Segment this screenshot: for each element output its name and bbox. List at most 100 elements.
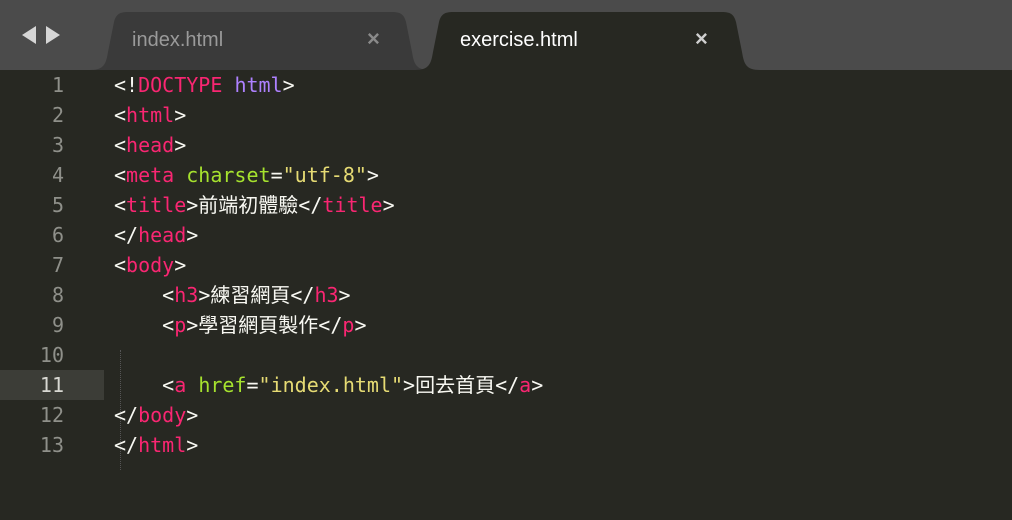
code-token: body: [138, 403, 187, 427]
line-number: 12: [39, 403, 64, 427]
code-token: meta: [126, 163, 175, 187]
code-token: >練習網頁</: [198, 283, 315, 307]
code-text: <html>: [114, 100, 186, 130]
code-token: >學習網頁製作</: [186, 313, 343, 337]
code-line[interactable]: 1 <!DOCTYPE html>: [0, 70, 1012, 100]
code-token: html: [138, 433, 187, 457]
tab-label: exercise.html: [460, 29, 578, 51]
code-token: <: [114, 283, 175, 307]
code-token: >: [186, 223, 199, 247]
code-token: =: [246, 373, 259, 397]
tab-navigation: [22, 26, 60, 44]
code-token: >: [186, 403, 199, 427]
code-text: <head>: [114, 130, 186, 160]
code-token: </: [114, 223, 139, 247]
code-token: >: [282, 73, 295, 97]
line-number: 3: [51, 133, 64, 157]
line-number: 4: [51, 163, 64, 187]
line-number: 9: [51, 313, 64, 337]
code-token: </: [114, 403, 139, 427]
code-line[interactable]: 13 </html>: [0, 430, 1012, 460]
code-token: a: [519, 373, 532, 397]
line-number: 6: [51, 223, 64, 247]
code-token: head: [138, 223, 187, 247]
code-token: a: [174, 373, 187, 397]
code-token: >: [174, 103, 187, 127]
code-text: </html>: [114, 430, 198, 460]
close-icon[interactable]: ×: [367, 26, 380, 52]
code-token: <: [114, 133, 127, 157]
code-text: <title>前端初體驗</title>: [114, 190, 395, 220]
code-token: "utf-8": [282, 163, 367, 187]
code-token: h3: [174, 283, 199, 307]
code-token: DOCTYPE: [138, 73, 223, 97]
code-token: <: [114, 163, 127, 187]
code-text: <!DOCTYPE html>: [114, 70, 295, 100]
tab-exercise-html[interactable]: exercise.html ×: [415, 12, 760, 70]
code-token: body: [126, 253, 175, 277]
code-line[interactable]: 5 <title>前端初體驗</title>: [0, 190, 1012, 220]
code-token: >: [366, 163, 379, 187]
code-token: h3: [314, 283, 339, 307]
line-number: 13: [39, 433, 64, 457]
code-token: >: [354, 313, 367, 337]
code-line[interactable]: 12 </body>: [0, 400, 1012, 430]
code-token: >回去首頁</: [403, 373, 520, 397]
code-token: "index.html": [258, 373, 404, 397]
code-token: html: [126, 103, 175, 127]
code-token: <: [114, 373, 175, 397]
code-text: <meta charset="utf-8">: [114, 160, 379, 190]
code-token: >前端初體驗</: [186, 193, 323, 217]
code-line[interactable]: 8 <h3>練習網頁</h3>: [0, 280, 1012, 310]
tab-index-html[interactable]: index.html ×: [90, 12, 430, 70]
code-line[interactable]: 2 <html>: [0, 100, 1012, 130]
code-token: <: [114, 103, 127, 127]
code-text: <p>學習網頁製作</p>: [114, 310, 366, 340]
code-line[interactable]: 9 <p>學習網頁製作</p>: [0, 310, 1012, 340]
code-line[interactable]: 11 <a href="index.html">回去首頁</a>: [0, 370, 1012, 400]
code-token: charset: [186, 163, 271, 187]
code-editor[interactable]: 1 <!DOCTYPE html> 2 <html> 3 <head> 4 <meta cha…: [0, 70, 1012, 520]
line-number: 5: [51, 193, 64, 217]
chevron-left-icon[interactable]: [22, 26, 36, 44]
code-token: =: [270, 163, 283, 187]
code-token: href: [198, 373, 247, 397]
code-text: </body>: [114, 400, 198, 430]
code-token: >: [338, 283, 351, 307]
code-text: <a href="index.html">回去首頁</a>: [114, 370, 543, 400]
code-token: <: [114, 313, 175, 337]
line-number: 11: [39, 373, 64, 397]
code-line[interactable]: 10: [0, 340, 1012, 370]
code-line[interactable]: 4 <meta charset="utf-8">: [0, 160, 1012, 190]
code-text: <body>: [114, 250, 186, 280]
code-token: p: [174, 313, 187, 337]
code-token: >: [174, 253, 187, 277]
line-number: 8: [51, 283, 64, 307]
chevron-right-icon[interactable]: [46, 26, 60, 44]
code-line[interactable]: 3 <head>: [0, 130, 1012, 160]
line-number: 10: [39, 343, 64, 367]
code-token: >: [174, 133, 187, 157]
code-text: </head>: [114, 220, 198, 250]
line-number: 2: [51, 103, 64, 127]
line-number: 1: [51, 73, 64, 97]
code-token: </: [114, 433, 139, 457]
code-token: >: [382, 193, 395, 217]
tab-bar: index.html × exercise.html ×: [0, 0, 1012, 70]
code-token: <: [114, 253, 127, 277]
close-icon[interactable]: ×: [695, 26, 708, 52]
code-token: p: [342, 313, 355, 337]
code-token: head: [126, 133, 175, 157]
code-token: <: [114, 193, 127, 217]
code-token: title: [322, 193, 383, 217]
code-token: html: [234, 73, 283, 97]
code-line[interactable]: 6 </head>: [0, 220, 1012, 250]
code-token: >: [531, 373, 544, 397]
code-token: >: [186, 433, 199, 457]
tab-label: index.html: [132, 29, 224, 51]
code-line[interactable]: 7 <body>: [0, 250, 1012, 280]
code-token: title: [126, 193, 187, 217]
